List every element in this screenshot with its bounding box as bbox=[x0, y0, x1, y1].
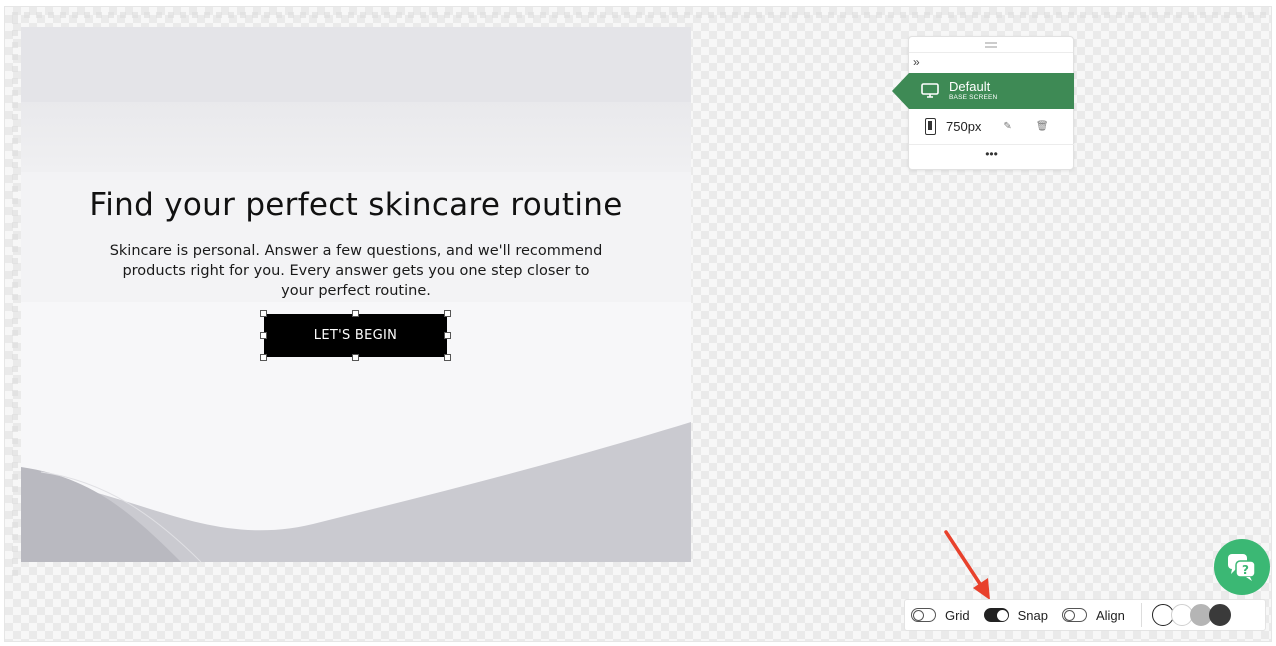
phone-icon bbox=[925, 118, 936, 135]
resize-handle-se[interactable] bbox=[444, 354, 451, 361]
help-chat-button[interactable]: ? bbox=[1214, 539, 1270, 595]
expand-panel-button[interactable]: » bbox=[909, 53, 1073, 71]
bg-wave bbox=[21, 422, 691, 562]
breakpoint-default-label: Default bbox=[949, 79, 991, 94]
breakpoints-panel: » Default BASE SCREEN 750px ✎ 🗑 ••• bbox=[892, 36, 1074, 170]
svg-text:?: ? bbox=[1242, 563, 1249, 577]
resize-handle-s[interactable] bbox=[352, 354, 359, 361]
lets-begin-button[interactable]: LET'S BEGIN bbox=[264, 314, 447, 357]
bg-band bbox=[21, 102, 691, 172]
snap-toggle[interactable] bbox=[983, 608, 1009, 622]
toolbar-divider bbox=[1140, 603, 1142, 627]
resize-handle-w[interactable] bbox=[260, 332, 267, 339]
monitor-icon bbox=[921, 83, 939, 98]
trash-icon[interactable]: 🗑 bbox=[1036, 121, 1049, 132]
annotation-arrow-icon bbox=[944, 530, 990, 600]
swatch-dark[interactable] bbox=[1208, 604, 1231, 626]
resize-handle-n[interactable] bbox=[352, 310, 359, 317]
chat-help-icon: ? bbox=[1228, 554, 1256, 581]
edit-icon[interactable]: ✎ bbox=[1003, 121, 1011, 132]
more-icon[interactable]: ••• bbox=[909, 145, 1074, 169]
top-ruler bbox=[12, 12, 1268, 18]
canvas-toolbar: Grid Snap Align bbox=[904, 599, 1266, 631]
hero-description[interactable]: Skincare is personal. Answer a few quest… bbox=[106, 241, 606, 301]
resize-handle-e[interactable] bbox=[444, 332, 451, 339]
drag-handle-icon[interactable] bbox=[909, 37, 1073, 53]
resize-handle-sw[interactable] bbox=[260, 354, 267, 361]
resize-handle-ne[interactable] bbox=[444, 310, 451, 317]
left-ruler bbox=[12, 18, 18, 578]
snap-label: Snap bbox=[1017, 607, 1048, 623]
grid-toggle[interactable] bbox=[911, 608, 936, 622]
align-toggle[interactable] bbox=[1061, 608, 1087, 622]
grid-label: Grid bbox=[945, 607, 970, 623]
breakpoint-default-sublabel: BASE SCREEN bbox=[949, 94, 998, 101]
breakpoint-label: 750px bbox=[946, 119, 982, 134]
bg-band bbox=[21, 27, 691, 102]
breakpoint-default[interactable]: Default BASE SCREEN bbox=[892, 73, 1074, 109]
hero-title[interactable]: Find your perfect skincare routine bbox=[21, 187, 691, 223]
breakpoint-750px[interactable]: 750px ✎ 🗑 bbox=[909, 109, 1074, 145]
resize-handle-nw[interactable] bbox=[260, 310, 267, 317]
align-label: Align bbox=[1095, 607, 1125, 623]
page-canvas[interactable]: Find your perfect skincare routine Skinc… bbox=[21, 27, 691, 562]
